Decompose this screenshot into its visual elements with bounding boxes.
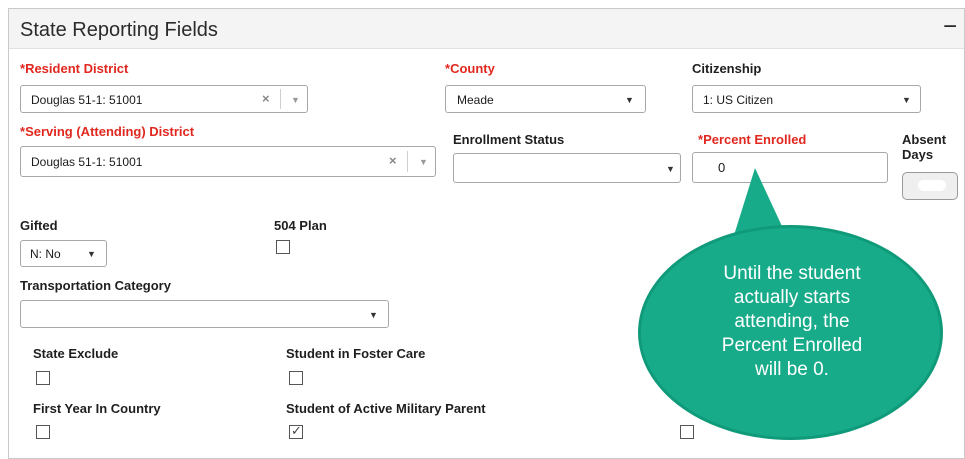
callout-text: Until the student actually starts attend… [721, 263, 863, 380]
